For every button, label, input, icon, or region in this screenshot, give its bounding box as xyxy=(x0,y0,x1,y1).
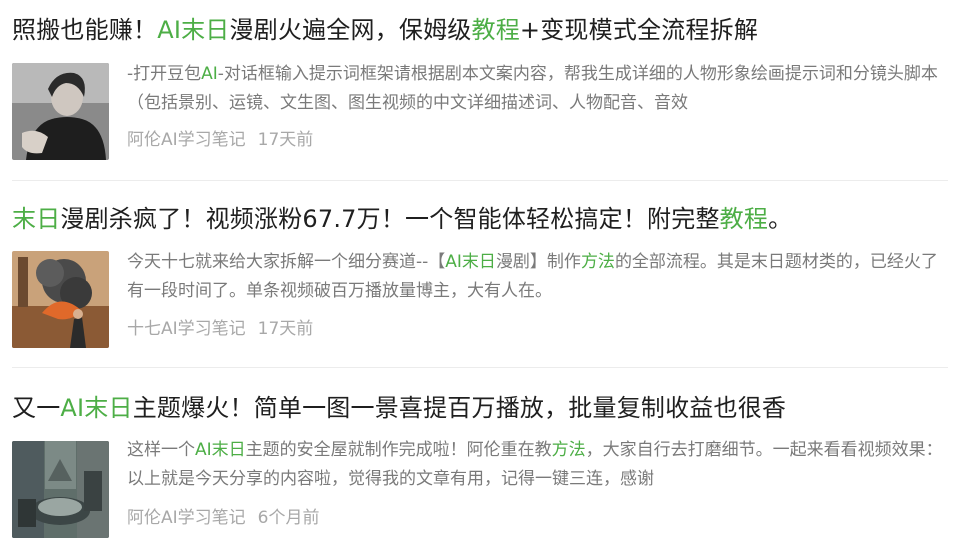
desc-part: 漫剧】制作 xyxy=(495,252,581,272)
result-description: 今天十七就来给大家拆解一个细分赛道--【AI末日漫剧】制作方法的全部流程。其是末… xyxy=(127,248,945,306)
author-name[interactable]: 阿伦AI学习笔记 xyxy=(127,508,246,528)
title-part: 照搬也能赚！ xyxy=(12,16,158,44)
desc-part: -对话框输入提示词框架请根据剧本文案内容，帮我生成详细的人物形象绘画提示词和分镜… xyxy=(127,64,938,113)
author-name[interactable]: 阿伦AI学习笔记 xyxy=(127,130,246,150)
result-item-2[interactable]: 末日漫剧杀疯了！视频涨粉67.7万！一个智能体轻松搞定！附完整教程。 今天十七就… xyxy=(0,181,960,366)
result-title[interactable]: 末日漫剧杀疯了！视频涨粉67.7万！一个智能体轻松搞定！附完整教程。 xyxy=(12,203,792,235)
title-highlight: AI末日 xyxy=(60,394,133,422)
title-highlight: AI末日 xyxy=(157,16,230,44)
title-part: 。 xyxy=(768,205,793,233)
title-highlight: 教程 xyxy=(471,16,520,44)
result-thumbnail[interactable] xyxy=(12,63,109,160)
result-thumbnail[interactable] xyxy=(12,251,109,348)
title-part: 漫剧火遍全网，保姆级 xyxy=(229,16,472,44)
desc-highlight: AI xyxy=(201,64,218,84)
desc-highlight: 方法 xyxy=(580,252,615,272)
result-meta: 十七AI学习笔记 17天前 xyxy=(127,317,313,341)
result-item-1[interactable]: 照搬也能赚！AI末日漫剧火遍全网，保姆级教程+变现模式全流程拆解 -打开豆包AI… xyxy=(0,0,960,180)
search-result-list: 照搬也能赚！AI末日漫剧火遍全网，保姆级教程+变现模式全流程拆解 -打开豆包AI… xyxy=(0,0,960,543)
title-part: 又一 xyxy=(12,394,61,422)
result-thumbnail[interactable] xyxy=(12,441,109,538)
result-meta: 阿伦AI学习笔记 17天前 xyxy=(127,128,313,152)
publish-time: 17天前 xyxy=(257,319,314,339)
result-description: 这样一个AI末日主题的安全屋就制作完成啦！阿伦重在教方法，大家自行去打磨细节。一… xyxy=(127,436,945,494)
desc-part: -打开豆包 xyxy=(127,64,202,84)
desc-part: 今天十七就来给大家拆解一个细分赛道--【 xyxy=(127,252,446,272)
desc-part: 这样一个 xyxy=(127,440,195,460)
title-part: 主题爆火！简单一图一景喜提百万播放，批量复制收益也很香 xyxy=(132,394,787,422)
title-highlight: 教程 xyxy=(719,205,769,233)
desc-part: 主题的安全屋就制作完成啦！阿伦重在教 xyxy=(245,440,552,460)
desc-highlight: 方法 xyxy=(551,440,586,460)
title-part: +变现模式全流程拆解 xyxy=(519,16,759,44)
desc-highlight: AI末日 xyxy=(445,252,496,272)
author-name[interactable]: 十七AI学习笔记 xyxy=(127,319,246,339)
title-part: 漫剧杀疯了！视频涨粉67.7万！一个智能体轻松搞定！附完整 xyxy=(60,205,720,233)
result-item-3[interactable]: 又一AI末日主题爆火！简单一图一景喜提百万播放，批量复制收益也很香 这样一个AI… xyxy=(0,368,960,543)
result-title[interactable]: 又一AI末日主题爆火！简单一图一景喜提百万播放，批量复制收益也很香 xyxy=(12,392,786,424)
publish-time: 6个月前 xyxy=(257,508,320,528)
result-description: -打开豆包AI-对话框输入提示词框架请根据剧本文案内容，帮我生成详细的人物形象绘… xyxy=(127,60,945,118)
result-title[interactable]: 照搬也能赚！AI末日漫剧火遍全网，保姆级教程+变现模式全流程拆解 xyxy=(12,14,758,46)
title-highlight: 末日 xyxy=(12,205,61,233)
desc-highlight: AI末日 xyxy=(195,440,246,460)
result-meta: 阿伦AI学习笔记 6个月前 xyxy=(127,506,319,530)
publish-time: 17天前 xyxy=(257,130,314,150)
